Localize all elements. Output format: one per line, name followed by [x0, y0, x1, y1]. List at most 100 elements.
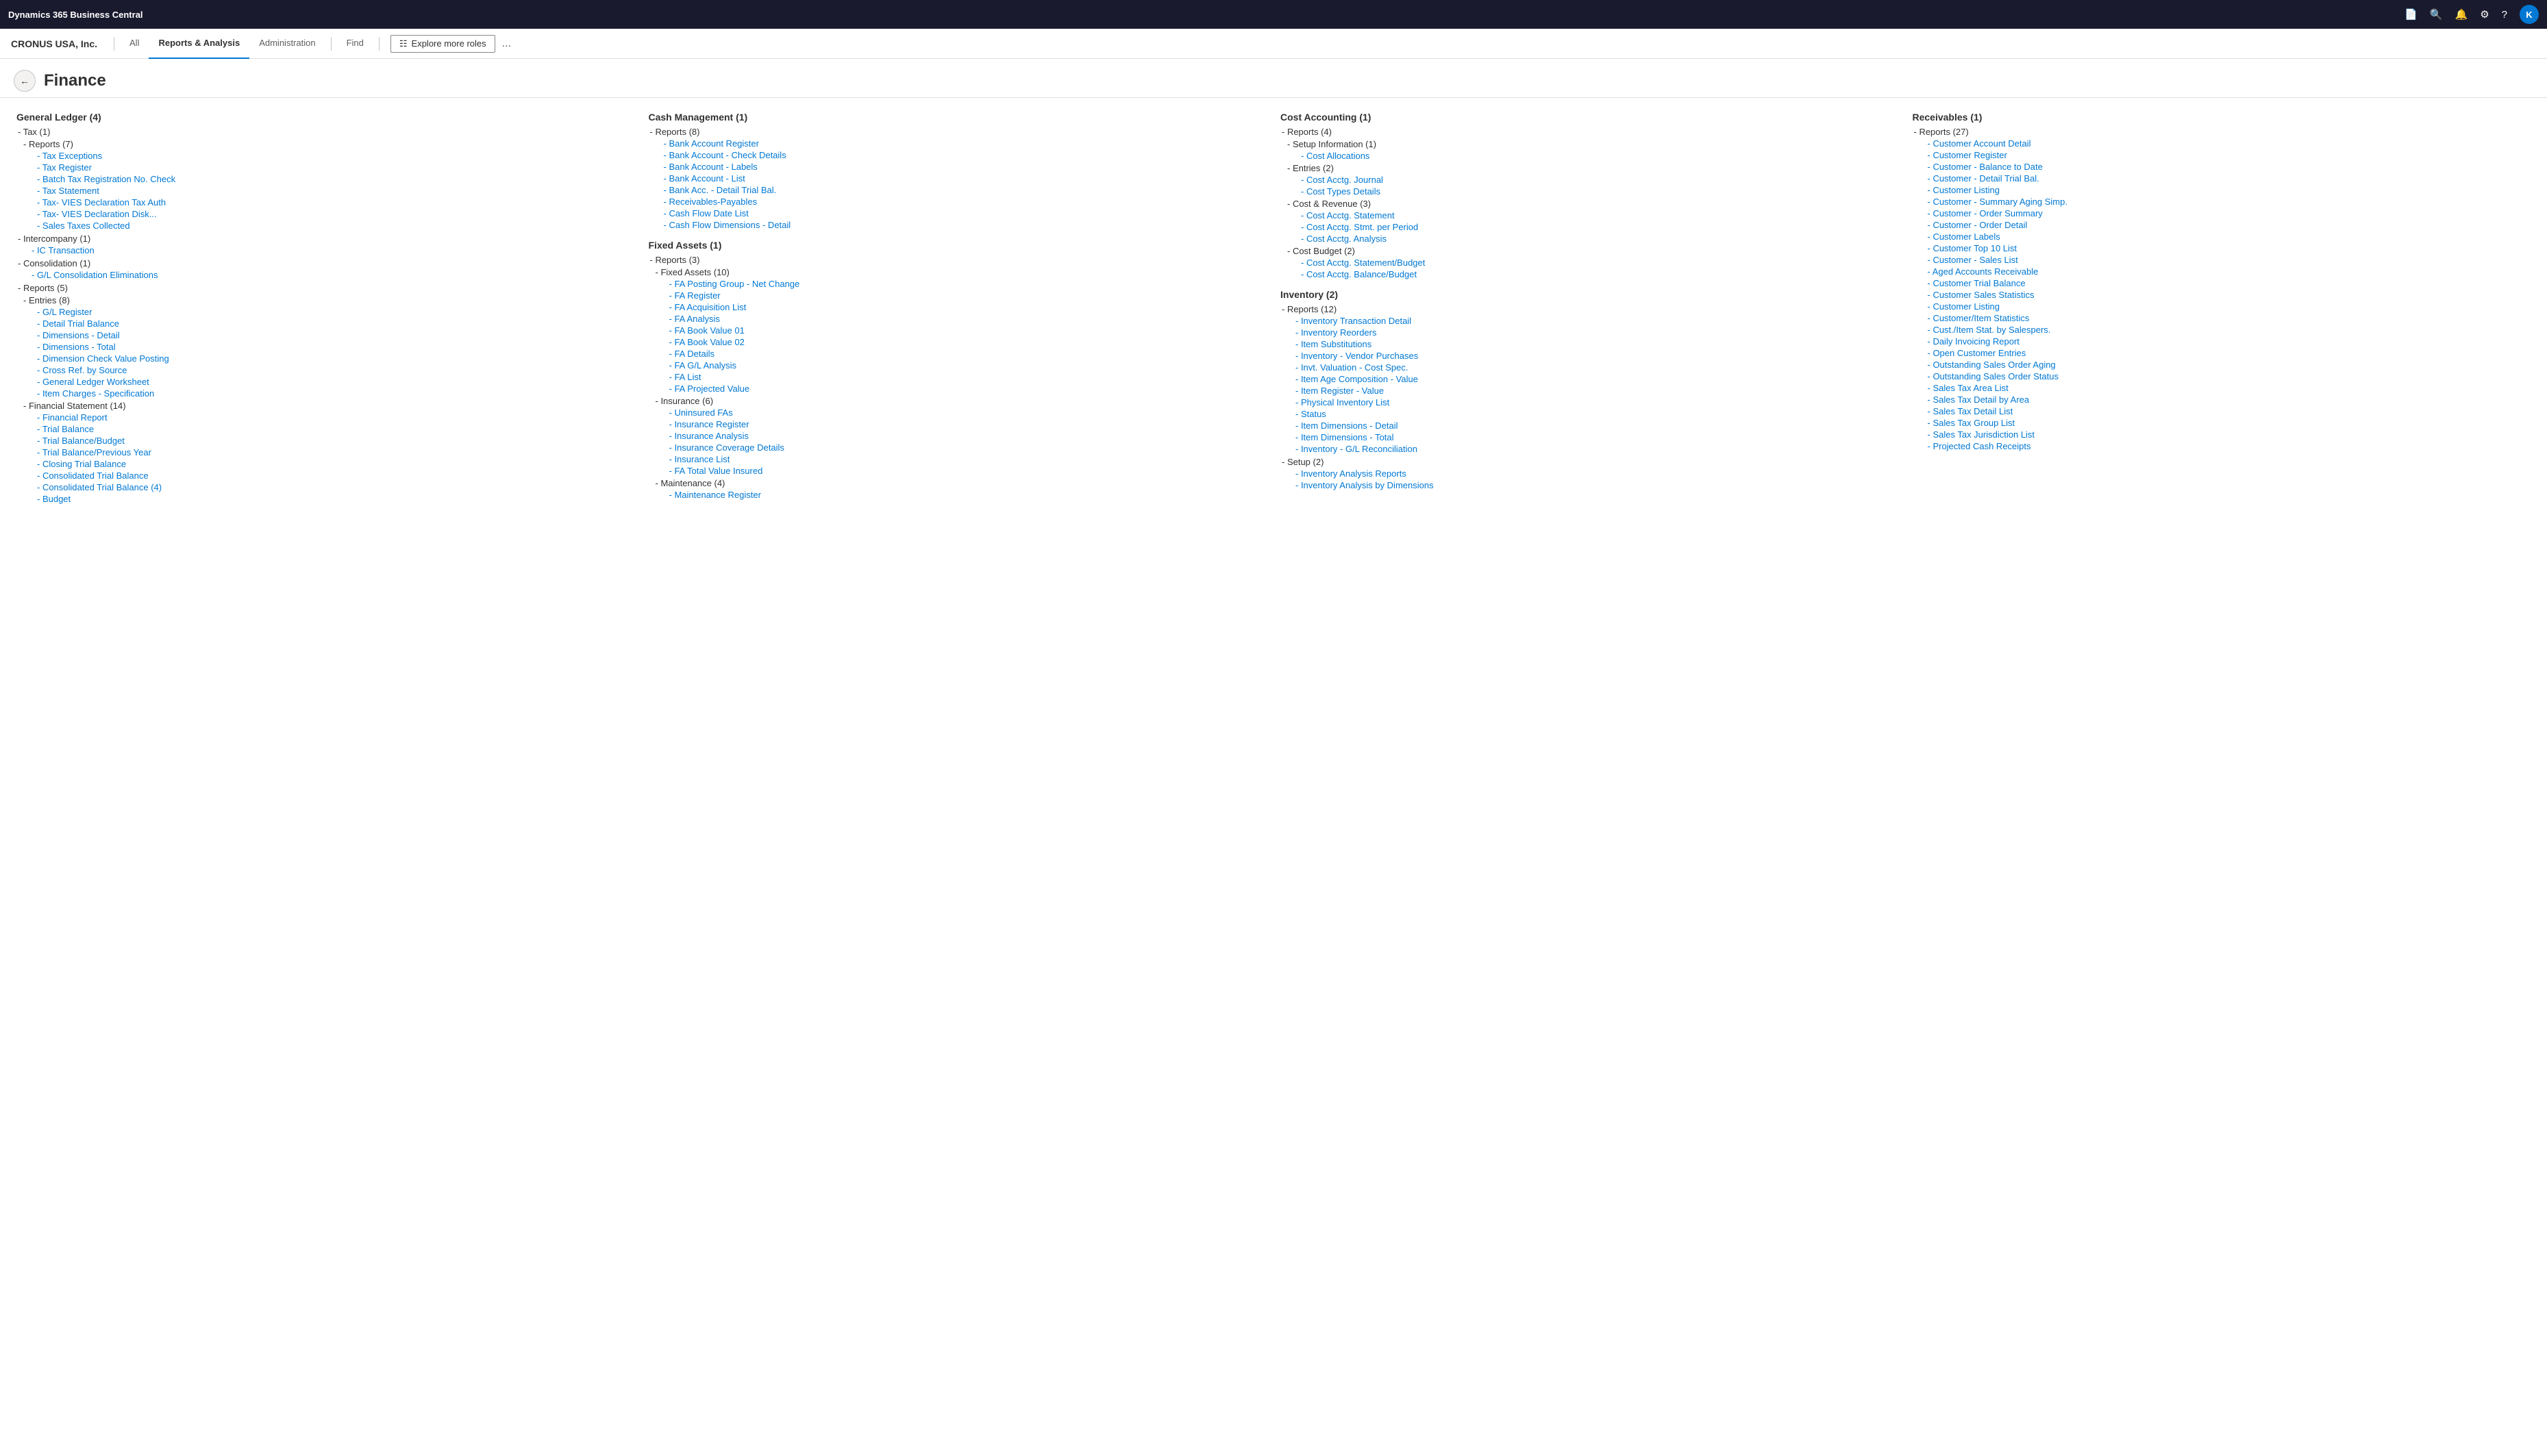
link-cost-acctg-journal[interactable]: - Cost Acctg. Journal: [1280, 175, 1899, 185]
link-fa-projected-value[interactable]: - FA Projected Value: [649, 384, 1267, 394]
link-item-charges[interactable]: - Item Charges - Specification: [16, 388, 635, 399]
link-inventory-transaction-detail[interactable]: - Inventory Transaction Detail: [1280, 316, 1899, 326]
link-customer-account-detail[interactable]: - Customer Account Detail: [1913, 138, 2531, 149]
link-sales-tax-group-list[interactable]: - Sales Tax Group List: [1913, 418, 2531, 428]
link-bank-labels[interactable]: - Bank Account - Labels: [649, 162, 1267, 172]
link-fa-gl-analysis[interactable]: - FA G/L Analysis: [649, 360, 1267, 371]
link-dimensions-total[interactable]: - Dimensions - Total: [16, 342, 635, 352]
document-icon[interactable]: 📄: [2405, 8, 2418, 21]
link-fa-list[interactable]: - FA List: [649, 372, 1267, 382]
back-button[interactable]: ←: [14, 70, 36, 92]
link-customer-summary-aging[interactable]: - Customer - Summary Aging Simp.: [1913, 197, 2531, 207]
link-bank-list[interactable]: - Bank Account - List: [649, 173, 1267, 184]
link-item-dimensions-detail[interactable]: - Item Dimensions - Detail: [1280, 421, 1899, 431]
link-trial-balance-budget[interactable]: - Trial Balance/Budget: [16, 436, 635, 446]
link-sales-taxes-collected[interactable]: - Sales Taxes Collected: [16, 221, 635, 231]
link-customer-top-10[interactable]: - Customer Top 10 List: [1913, 243, 2531, 253]
link-inventory-analysis-reports[interactable]: - Inventory Analysis Reports: [1280, 468, 1899, 479]
link-fa-book-value-01[interactable]: - FA Book Value 01: [649, 325, 1267, 336]
link-sales-tax-detail-list[interactable]: - Sales Tax Detail List: [1913, 406, 2531, 416]
link-sales-tax-detail-by-area[interactable]: - Sales Tax Detail by Area: [1913, 394, 2531, 405]
link-cost-acctg-analysis[interactable]: - Cost Acctg. Analysis: [1280, 234, 1899, 244]
link-item-age-composition[interactable]: - Item Age Composition - Value: [1280, 374, 1899, 384]
settings-icon[interactable]: ⚙: [2480, 8, 2489, 21]
link-insurance-analysis[interactable]: - Insurance Analysis: [649, 431, 1267, 441]
link-consolidated-trial-balance[interactable]: - Consolidated Trial Balance: [16, 470, 635, 481]
link-fa-register[interactable]: - FA Register: [649, 290, 1267, 301]
link-detail-trial-balance[interactable]: - Detail Trial Balance: [16, 318, 635, 329]
link-cost-acctg-stmt-budget[interactable]: - Cost Acctg. Statement/Budget: [1280, 258, 1899, 268]
link-closing-trial-balance[interactable]: - Closing Trial Balance: [16, 459, 635, 469]
link-cost-allocations[interactable]: - Cost Allocations: [1280, 151, 1899, 161]
link-physical-inventory-list[interactable]: - Physical Inventory List: [1280, 397, 1899, 407]
link-inventory-reorders[interactable]: - Inventory Reorders: [1280, 327, 1899, 338]
link-gl-worksheet[interactable]: - General Ledger Worksheet: [16, 377, 635, 387]
link-fa-acquisition[interactable]: - FA Acquisition List: [649, 302, 1267, 312]
link-uninsured-fas[interactable]: - Uninsured FAs: [649, 407, 1267, 418]
link-trial-balance[interactable]: - Trial Balance: [16, 424, 635, 434]
link-budget[interactable]: - Budget: [16, 494, 635, 504]
link-cost-acctg-balance-budget[interactable]: - Cost Acctg. Balance/Budget: [1280, 269, 1899, 279]
link-customer-labels[interactable]: - Customer Labels: [1913, 231, 2531, 242]
link-projected-cash-receipts[interactable]: - Projected Cash Receipts: [1913, 441, 2531, 451]
link-tax-vies-disk[interactable]: - Tax- VIES Declaration Disk...: [16, 209, 635, 219]
link-sales-tax-area-list[interactable]: - Sales Tax Area List: [1913, 383, 2531, 393]
link-customer-balance-to-date[interactable]: - Customer - Balance to Date: [1913, 162, 2531, 172]
search-icon[interactable]: 🔍: [2430, 8, 2443, 21]
link-status[interactable]: - Status: [1280, 409, 1899, 419]
more-options-button[interactable]: ...: [495, 29, 518, 59]
link-maintenance-register[interactable]: - Maintenance Register: [649, 490, 1267, 500]
link-bank-account-register[interactable]: - Bank Account Register: [649, 138, 1267, 149]
link-fa-book-value-02[interactable]: - FA Book Value 02: [649, 337, 1267, 347]
link-inventory-analysis-dimensions[interactable]: - Inventory Analysis by Dimensions: [1280, 480, 1899, 490]
link-fa-total-value-insured[interactable]: - FA Total Value Insured: [649, 466, 1267, 476]
link-receivables-payables[interactable]: - Receivables-Payables: [649, 197, 1267, 207]
link-customer-register[interactable]: - Customer Register: [1913, 150, 2531, 160]
link-customer-sales-statistics[interactable]: - Customer Sales Statistics: [1913, 290, 2531, 300]
link-bank-check-details[interactable]: - Bank Account - Check Details: [649, 150, 1267, 160]
avatar[interactable]: K: [2520, 5, 2539, 24]
link-financial-report[interactable]: - Financial Report: [16, 412, 635, 423]
link-cost-acctg-stmt-period[interactable]: - Cost Acctg. Stmt. per Period: [1280, 222, 1899, 232]
link-batch-tax[interactable]: - Batch Tax Registration No. Check: [16, 174, 635, 184]
link-sales-tax-jurisdiction-list[interactable]: - Sales Tax Jurisdiction List: [1913, 429, 2531, 440]
link-cash-flow-date-list[interactable]: - Cash Flow Date List: [649, 208, 1267, 218]
link-customer-detail-trial-bal[interactable]: - Customer - Detail Trial Bal.: [1913, 173, 2531, 184]
explore-more-roles-button[interactable]: ☷ Explore more roles: [390, 35, 495, 53]
link-customer-listing-2[interactable]: - Customer Listing: [1913, 301, 2531, 312]
link-inventory-vendor-purchases[interactable]: - Inventory - Vendor Purchases: [1280, 351, 1899, 361]
link-dimensions-detail[interactable]: - Dimensions - Detail: [16, 330, 635, 340]
link-customer-sales-list[interactable]: - Customer - Sales List: [1913, 255, 2531, 265]
bell-icon[interactable]: 🔔: [2455, 8, 2468, 21]
link-insurance-list[interactable]: - Insurance List: [649, 454, 1267, 464]
link-aged-accounts-receivable[interactable]: - Aged Accounts Receivable: [1913, 266, 2531, 277]
link-trial-balance-prev-year[interactable]: - Trial Balance/Previous Year: [16, 447, 635, 457]
link-cust-item-stat-salespers[interactable]: - Cust./Item Stat. by Salespers.: [1913, 325, 2531, 335]
link-gl-consolidation[interactable]: - G/L Consolidation Eliminations: [16, 270, 635, 280]
link-insurance-coverage[interactable]: - Insurance Coverage Details: [649, 442, 1267, 453]
link-ic-transaction[interactable]: - IC Transaction: [16, 245, 635, 255]
link-gl-register[interactable]: - G/L Register: [16, 307, 635, 317]
link-cost-types-details[interactable]: - Cost Types Details: [1280, 186, 1899, 197]
tab-administration[interactable]: Administration: [249, 29, 325, 59]
link-tax-register[interactable]: - Tax Register: [16, 162, 635, 173]
link-tax-exceptions[interactable]: - Tax Exceptions: [16, 151, 635, 161]
tab-reports-analysis[interactable]: Reports & Analysis: [149, 29, 249, 59]
link-item-register-value[interactable]: - Item Register - Value: [1280, 386, 1899, 396]
link-customer-order-summary[interactable]: - Customer - Order Summary: [1913, 208, 2531, 218]
link-fa-details[interactable]: - FA Details: [649, 349, 1267, 359]
link-item-dimensions-total[interactable]: - Item Dimensions - Total: [1280, 432, 1899, 442]
link-customer-trial-balance[interactable]: - Customer Trial Balance: [1913, 278, 2531, 288]
help-icon[interactable]: ?: [2502, 9, 2507, 21]
link-invt-valuation-cost-spec[interactable]: - Invt. Valuation - Cost Spec.: [1280, 362, 1899, 373]
link-cost-acctg-statement[interactable]: - Cost Acctg. Statement: [1280, 210, 1899, 221]
link-daily-invoicing-report[interactable]: - Daily Invoicing Report: [1913, 336, 2531, 347]
link-insurance-register[interactable]: - Insurance Register: [649, 419, 1267, 429]
link-dimension-check[interactable]: - Dimension Check Value Posting: [16, 353, 635, 364]
link-tax-vies-auth[interactable]: - Tax- VIES Declaration Tax Auth: [16, 197, 635, 208]
link-fa-analysis[interactable]: - FA Analysis: [649, 314, 1267, 324]
link-item-substitutions[interactable]: - Item Substitutions: [1280, 339, 1899, 349]
link-cross-ref[interactable]: - Cross Ref. by Source: [16, 365, 635, 375]
link-inventory-gl-reconciliation[interactable]: - Inventory - G/L Reconciliation: [1280, 444, 1899, 454]
link-customer-order-detail[interactable]: - Customer - Order Detail: [1913, 220, 2531, 230]
